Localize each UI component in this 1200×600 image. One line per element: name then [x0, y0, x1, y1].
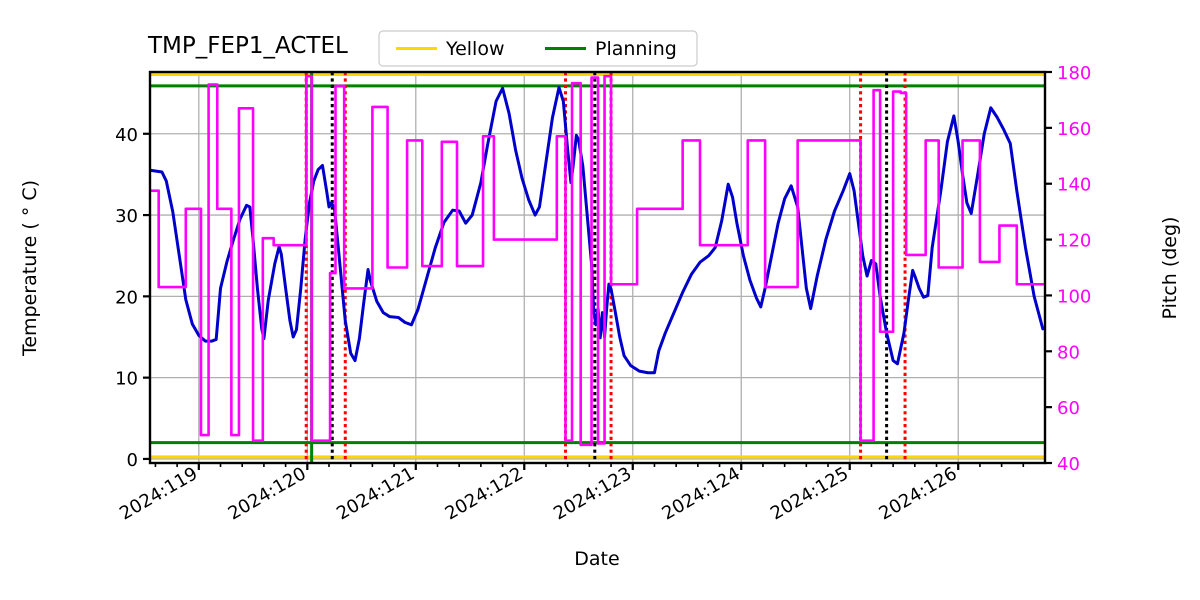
- x-tick-label: 2024:126: [876, 463, 961, 524]
- y-tick-label: 10: [115, 369, 138, 390]
- y-tick-label: 40: [115, 125, 138, 146]
- x-tick-label: 2024:122: [442, 463, 527, 524]
- y2-tick-label: 80: [1057, 342, 1080, 363]
- y-tick-label: 0: [127, 450, 138, 471]
- chart-title: TMP_FEP1_ACTEL: [147, 33, 348, 59]
- y2-tick-label: 60: [1057, 398, 1080, 419]
- y2-axis-label: Pitch (deg): [1159, 217, 1181, 320]
- x-tick-label: 2024:123: [550, 463, 635, 524]
- chart-canvas: 2024:119 2024:120 2024:121 2024:122 2024:123…: [19, 30, 1181, 570]
- y-tick-label: 20: [115, 287, 138, 308]
- y2-tick-label: 140: [1057, 175, 1091, 196]
- x-tick-label: 2024:124: [659, 463, 744, 524]
- chart-legend[interactable]: Yellow Planning: [378, 30, 698, 67]
- x-axis-ticks: 2024:119 2024:120 2024:121 2024:122 2024:123…: [116, 463, 1025, 524]
- y-axis-label: Temperature ( ° C): [19, 180, 41, 357]
- x-tick-label: 2024:121: [333, 463, 418, 524]
- x-axis-label: Date: [574, 548, 619, 570]
- x-tick-label: 2024:125: [767, 463, 852, 524]
- legend-label-planning: Planning: [595, 38, 677, 60]
- y2-axis-ticks: 40 60 80 100 120 140 160 180: [1045, 63, 1091, 475]
- y2-tick-label: 160: [1057, 119, 1091, 140]
- y-tick-label: 30: [115, 206, 138, 227]
- y2-tick-label: 180: [1057, 63, 1091, 84]
- chart-container: 2024:119 2024:120 2024:121 2024:122 2024:123…: [0, 0, 1200, 600]
- y2-tick-label: 40: [1057, 454, 1080, 475]
- x-tick-label: 2024:120: [225, 463, 310, 524]
- y2-tick-label: 120: [1057, 231, 1091, 252]
- legend-label-yellow: Yellow: [445, 38, 505, 60]
- y-axis-ticks: 0 10 20 30 40: [115, 125, 150, 471]
- x-tick-label: 2024:119: [116, 463, 201, 524]
- y2-tick-label: 100: [1057, 286, 1091, 307]
